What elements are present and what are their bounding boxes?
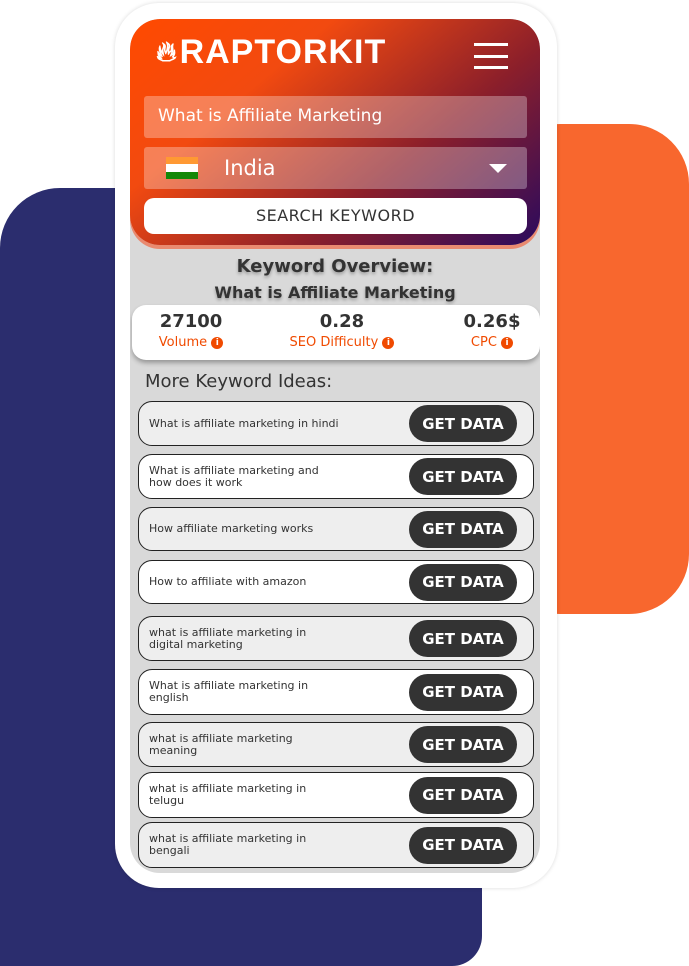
keyword-idea-text: How affiliate marketing works — [149, 522, 314, 535]
keyword-idea-row: what is affiliate marketing in telugu GET… — [138, 772, 534, 818]
search-keyword-button[interactable]: SEARCH KEYWORD — [144, 198, 527, 234]
keyword-idea-row: What is affiliate marketing in hindi GET … — [138, 401, 534, 446]
keyword-idea-text: What is affiliate marketing in english — [149, 679, 309, 704]
keyword-idea-text: What is affiliate marketing and how does… — [149, 463, 319, 489]
metric-cpc: 0.26$ CPC i — [463, 311, 521, 350]
keyword-idea-row: How to affiliate with amazon GET DATA — [138, 560, 534, 604]
get-data-button[interactable]: GET DATA — [409, 726, 517, 763]
ideas-title: More Keyword Ideas: — [145, 371, 333, 392]
india-flag-icon — [166, 157, 198, 179]
metrics-card: 27100 Volume i 0.28 SEO Difficulty i 0.26$… — [132, 305, 540, 360]
get-data-button[interactable]: GET DATA — [409, 776, 517, 814]
info-icon[interactable]: i — [211, 336, 224, 349]
keyword-idea-text: what is affiliate marketing in bengali — [149, 832, 307, 857]
brand-name: RAPTORKIT — [179, 33, 387, 71]
metric-volume: 27100 Volume i — [158, 311, 224, 350]
info-icon[interactable]: i — [501, 336, 514, 349]
info-icon[interactable]: i — [382, 336, 395, 349]
metric-seo-difficulty: 0.28 SEO Difficulty i — [282, 311, 402, 350]
keyword-idea-row: what is affiliate marketing in bengali GE… — [138, 822, 534, 868]
keyword-idea-row: what is affiliate marketing in digital m… — [138, 616, 534, 661]
keyword-idea-text: What is affiliate marketing in hindi — [149, 416, 339, 430]
hamburger-menu-icon[interactable] — [474, 43, 508, 69]
keyword-idea-row: What is affiliate marketing and how does… — [138, 454, 534, 499]
app-screen: 🔥︎ RAPTORKIT What is Affiliate Marketing … — [130, 19, 540, 873]
flame-icon: 🔥︎ — [156, 36, 178, 67]
get-data-button[interactable]: GET DATA — [409, 510, 517, 548]
get-data-button[interactable]: GET DATA — [409, 563, 517, 601]
keyword-idea-text: what is affiliate marketing meaning — [149, 731, 293, 757]
get-data-button[interactable]: GET DATA — [409, 620, 517, 657]
logo: 🔥︎ RAPTORKIT — [156, 33, 386, 72]
header: 🔥︎ RAPTORKIT What is Affiliate Marketing … — [130, 19, 540, 245]
keyword-idea-row: what is affiliate marketing meaning GET D… — [138, 722, 534, 767]
country-select[interactable]: India — [144, 147, 527, 189]
keyword-idea-text: what is affiliate marketing in digital m… — [149, 625, 307, 651]
get-data-button[interactable]: GET DATA — [409, 458, 517, 495]
keyword-input[interactable]: What is Affiliate Marketing — [144, 96, 527, 138]
get-data-button[interactable]: GET DATA — [409, 405, 517, 442]
keyword-idea-row: What is affiliate marketing in english GE… — [138, 669, 534, 715]
country-name: India — [224, 156, 276, 180]
overview-keyword: What is Affiliate Marketing — [214, 283, 456, 302]
get-data-button[interactable]: GET DATA — [409, 673, 517, 711]
get-data-button[interactable]: GET DATA — [409, 826, 517, 864]
keyword-idea-text: How to affiliate with amazon — [149, 575, 307, 588]
overview-title: Keyword Overview: — [236, 256, 434, 277]
keyword-idea-row: How affiliate marketing works GET DATA — [138, 507, 534, 551]
chevron-down-icon — [489, 164, 507, 173]
keyword-idea-text: what is affiliate marketing in telugu — [149, 782, 307, 807]
